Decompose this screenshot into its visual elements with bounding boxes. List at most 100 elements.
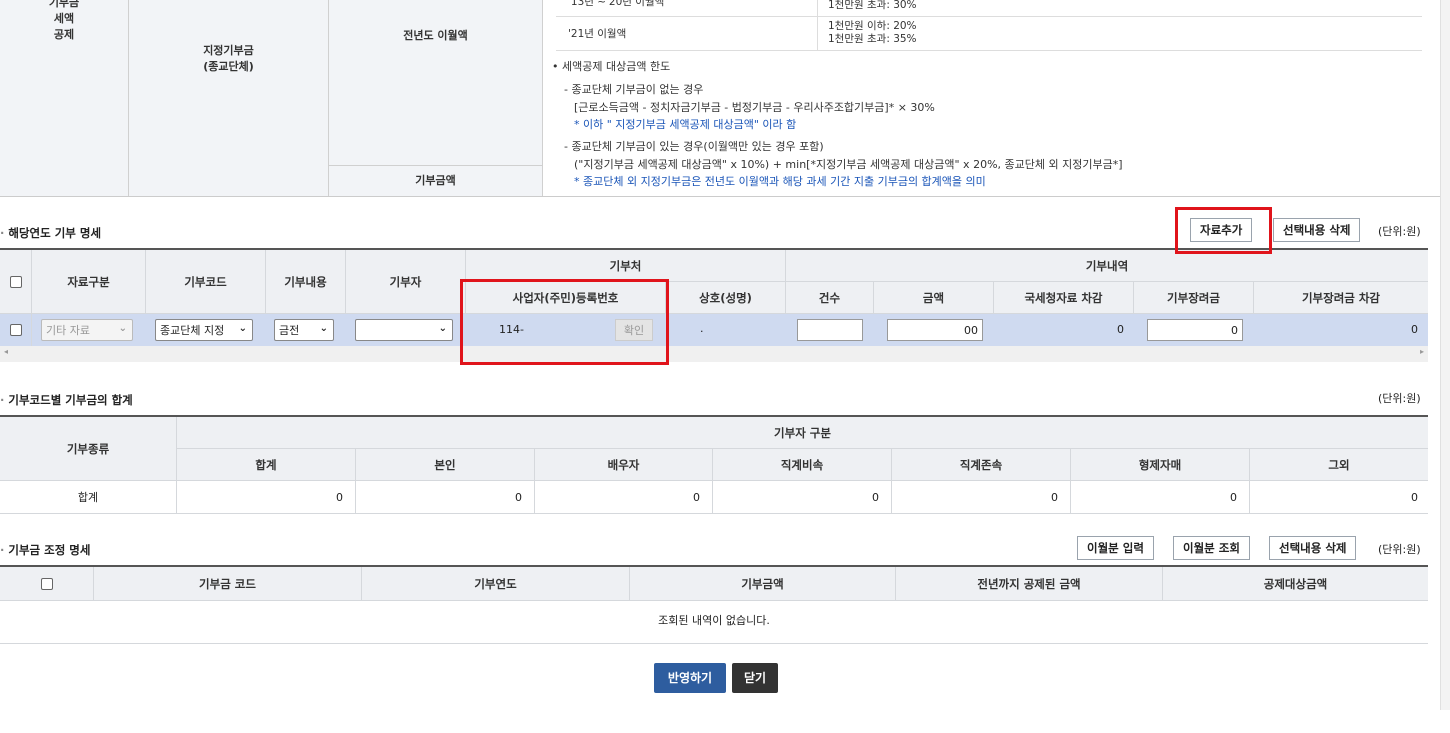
case1-title-text: 종교단체 기부금이 없는 경우 (571, 83, 704, 96)
case2-formula: ("지정기부금 세액공제 대상금액" x 10%) + min[*지정기부금 세… (574, 158, 1123, 171)
header-donation-code: 기부금 코드 (94, 567, 362, 601)
header-total: 합계 (177, 449, 356, 481)
total-value: 0 (177, 481, 356, 513)
carryover-rate-table: '13년 ~'20년 이월액 1천만원 초과: 30% '21년 이월액 1천만… (556, 0, 1422, 52)
carryover-text: 전년도 이월액 (403, 28, 468, 42)
case1-formula: [근로소득금액 - 정치자금기부금 - 법정기부금 - 우리사주조합기부금]* … (574, 101, 935, 114)
carryover-input-button[interactable]: 이월분 입력 (1077, 536, 1154, 560)
header-others: 그외 (1250, 449, 1428, 481)
ascendant-value: 0 (892, 481, 1071, 513)
header-amount: 금액 (874, 282, 994, 314)
scroll-right-icon[interactable]: ▸ (1420, 347, 1424, 356)
table-row[interactable]: 기타 자료 ⌄ 종교단체 지정 ⌄ 금전 ⌄ ⌄ 114- 확인 . 00 0 0 0 (0, 314, 1428, 346)
count-input[interactable] (797, 319, 863, 341)
category-label: 지정기부금 (종교단체) (129, 0, 329, 196)
close-button[interactable]: 닫기 (732, 663, 778, 693)
case2-title: - 종교단체 기부금이 있는 경우(이월액만 있는 경우 포함) (564, 140, 824, 153)
descendant-value: 0 (713, 481, 892, 513)
case2-note: * 종교단체 외 지정기부금은 전년도 이월액과 해당 과세 기간 지출 기부금… (574, 175, 986, 188)
header-deductible-amount: 공제대상금액 (1163, 567, 1428, 601)
header-nts-deduct: 국세청자료 차감 (994, 282, 1134, 314)
delete-selected-button[interactable]: 선택내용 삭제 (1269, 536, 1357, 560)
limit-title-text: 세액공제 대상금액 한도 (562, 60, 671, 73)
donation-content-select[interactable]: 금전 ⌄ (274, 319, 334, 341)
tax-credit-label: 기부금 세액 공제 (0, 0, 129, 196)
label-line: 세액 (53, 12, 75, 25)
chevron-down-icon: ⌄ (238, 323, 247, 334)
horizontal-scrollbar[interactable]: ◂ ▸ (0, 346, 1428, 362)
siblings-value: 0 (1071, 481, 1250, 513)
header-donation-code: 기부코드 (146, 250, 266, 314)
others-value: 0 (1411, 490, 1418, 504)
header-donation-year: 기부연도 (362, 567, 630, 601)
header-incentive-deduct: 기부장려금 차감 (1254, 282, 1428, 314)
donation-code-select[interactable]: 종교단체 지정 ⌄ (155, 319, 253, 341)
highlight-add-button (1175, 207, 1272, 254)
divider (817, 0, 818, 50)
summary-section-title: 기부코드별 기부금의 합계 (0, 392, 133, 408)
category-line: 지정기부금 (203, 44, 254, 57)
label-line: 기부금 (48, 0, 80, 9)
rate-period: '21년 이월액 (568, 28, 627, 40)
select-all-checkbox[interactable] (40, 577, 53, 590)
deduction-info-section: 기부금 세액 공제 지정기부금 (종교단체) 전년도 이월액 기부금액 '13년… (0, 0, 1440, 197)
empty-message: 조회된 내역이 없습니다. (0, 601, 1428, 644)
header-recipient-group: 기부처 (466, 250, 786, 282)
header-incentive: 기부장려금 (1134, 282, 1254, 314)
row-select-cell (0, 314, 32, 346)
data-type-value: 기타 자료 (46, 324, 90, 337)
donation-content-value: 금전 (279, 324, 300, 337)
header-self: 본인 (356, 449, 535, 481)
amount-input[interactable]: 00 (887, 319, 983, 341)
unit-label: (단위:원) (1378, 543, 1421, 556)
nts-deduct-value: 0 (1117, 323, 1124, 336)
table-row: 합계 0 0 0 0 0 0 0 (0, 481, 1428, 514)
header-trade-name: 상호(성명) (666, 282, 786, 314)
adjust-section-title: 기부금 조정 명세 (0, 542, 90, 558)
row-label: 합계 (0, 481, 177, 513)
incentive-input[interactable]: 0 (1147, 319, 1243, 341)
summary-title-text: 기부코드별 기부금의 합계 (8, 393, 133, 407)
unit-label: (단위:원) (1378, 392, 1421, 405)
header-count: 건수 (786, 282, 874, 314)
summary-table: 기부종류 기부자 구분 합계 본인 배우자 직계비속 직계존속 형제자매 그외 … (0, 415, 1428, 515)
amount-label: 기부금액 (329, 166, 543, 196)
unit-label: (단위:원) (1378, 225, 1421, 238)
header-ascendant: 직계존속 (892, 449, 1071, 481)
data-type-select[interactable]: 기타 자료 ⌄ (41, 319, 133, 341)
donor-select[interactable]: ⌄ (355, 319, 453, 341)
rate-period: '13년 ~'20년 이월액 (568, 0, 665, 8)
delete-selected-button[interactable]: 선택내용 삭제 (1273, 218, 1361, 242)
trade-name-value: . (700, 322, 704, 335)
header-spouse: 배우자 (535, 449, 713, 481)
vertical-scrollbar[interactable] (1440, 0, 1450, 710)
scroll-left-icon[interactable]: ◂ (4, 347, 8, 356)
select-all-cell (0, 250, 32, 314)
detail-title-text: 해당연도 기부 명세 (8, 226, 102, 240)
carryover-view-button[interactable]: 이월분 조회 (1173, 536, 1250, 560)
detail-section-title: 해당연도 기부 명세 (0, 225, 101, 241)
incentive-deduct-value: 0 (1411, 323, 1418, 336)
chevron-down-icon: ⌄ (438, 323, 447, 334)
rate-value: 1천만원 이하: 20% (828, 20, 917, 32)
category-line: (종교단체) (203, 60, 254, 73)
chevron-down-icon: ⌄ (118, 323, 127, 334)
header-siblings: 형제자매 (1071, 449, 1250, 481)
header-descendant: 직계비속 (713, 449, 892, 481)
header-donation-amount: 기부금액 (630, 567, 896, 601)
rate-row: '13년 ~'20년 이월액 1천만원 초과: 30% (556, 0, 1422, 17)
header-donation-content: 기부내용 (266, 250, 346, 314)
spouse-value: 0 (535, 481, 713, 513)
header-prior-deducted: 전년까지 공제된 금액 (896, 567, 1163, 601)
adjust-title-text: 기부금 조정 명세 (8, 543, 91, 557)
detail-table: 자료구분 기부코드 기부내용 기부자 기부처 기부내역 사업자(주민)등록번호 … (0, 248, 1428, 362)
case1-note: * 이하 " 지정기부금 세액공제 대상금액" 이라 함 (574, 118, 797, 131)
limit-title: • 세액공제 대상금액 한도 (552, 60, 671, 73)
self-value: 0 (356, 481, 535, 513)
row-checkbox[interactable] (9, 324, 22, 336)
select-all-checkbox[interactable] (9, 275, 22, 288)
header-details-group: 기부내역 (786, 250, 1428, 282)
label-line: 공제 (53, 28, 75, 41)
apply-button[interactable]: 반영하기 (654, 663, 726, 693)
header-donor-group: 기부자 구분 (177, 417, 1428, 449)
